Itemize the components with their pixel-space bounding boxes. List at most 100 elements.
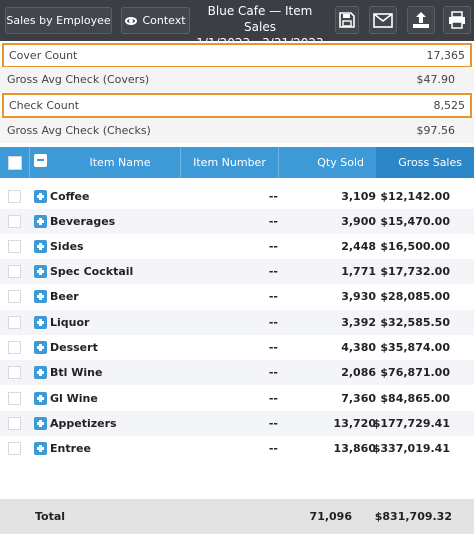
column-header-label: Qty Sold	[317, 156, 364, 169]
item-name: Beer	[50, 290, 79, 303]
table-row[interactable]: Coffee -- 3,109 $12,142.00	[0, 184, 474, 209]
item-name: Btl Wine	[50, 366, 103, 379]
gross-sales: $177,729.41	[372, 417, 450, 430]
table-row[interactable]: Beer -- 3,930 $28,085.00	[0, 284, 474, 309]
table-row[interactable]: Entree -- 13,860 $337,019.41	[0, 436, 474, 461]
summary-label: Gross Avg Check (Checks)	[7, 124, 151, 137]
expand-icon[interactable]	[34, 442, 47, 455]
expand-icon[interactable]	[34, 190, 47, 203]
report-title-line1: Blue Cafe — Item Sales	[207, 4, 313, 34]
print-button[interactable]	[443, 6, 471, 34]
row-checkbox[interactable]	[8, 442, 21, 455]
top-toolbar: Sales by Employee Context Blue Cafe — It…	[0, 0, 474, 50]
table-row[interactable]: Dessert -- 4,380 $35,874.00	[0, 335, 474, 360]
gross-sales: $16,500.00	[380, 240, 450, 253]
table-row[interactable]: Liquor -- 3,392 $32,585.50	[0, 310, 474, 335]
item-number: --	[268, 190, 278, 203]
gross-sales: $12,142.00	[380, 190, 450, 203]
item-name: Entree	[50, 442, 91, 455]
qty-sold: 3,109	[341, 190, 376, 203]
summary-cover-count: Cover Count 17,365	[2, 43, 472, 68]
expand-icon[interactable]	[34, 240, 47, 253]
table-row[interactable]: Spec Cocktail -- 1,771 $17,732.00	[0, 259, 474, 284]
qty-sold: 2,086	[341, 366, 376, 379]
item-name: Dessert	[50, 341, 98, 354]
expand-icon[interactable]	[34, 215, 47, 228]
row-checkbox[interactable]	[8, 190, 21, 203]
row-checkbox[interactable]	[8, 366, 21, 379]
collapse-all-icon[interactable]	[34, 154, 47, 167]
expand-icon[interactable]	[34, 341, 47, 354]
expand-icon[interactable]	[34, 417, 47, 430]
column-header-gross-sales[interactable]: Gross Sales	[376, 147, 474, 178]
column-header-label: Item Number	[193, 156, 266, 169]
row-checkbox[interactable]	[8, 316, 21, 329]
item-number: --	[268, 366, 278, 379]
qty-sold: 4,380	[341, 341, 376, 354]
gross-sales: $35,874.00	[380, 341, 450, 354]
context-label: Context	[142, 14, 186, 27]
email-button[interactable]	[369, 6, 397, 34]
row-checkbox[interactable]	[8, 215, 21, 228]
row-checkbox[interactable]	[8, 392, 21, 405]
item-number: --	[268, 442, 278, 455]
summary-gross-avg-checks: Gross Avg Check (Checks) $97.56	[0, 118, 474, 143]
total-qty: 71,096	[309, 510, 352, 523]
context-button[interactable]: Context	[121, 7, 190, 34]
summary-value: 17,365	[426, 49, 466, 62]
summary-check-count: Check Count 8,525	[2, 93, 472, 118]
qty-sold: 3,392	[341, 316, 376, 329]
total-label: Total	[35, 510, 66, 523]
table-row[interactable]: Sides -- 2,448 $16,500.00	[0, 234, 474, 259]
expand-icon[interactable]	[34, 392, 47, 405]
expand-icon[interactable]	[34, 366, 47, 379]
item-name: Liquor	[50, 316, 90, 329]
row-checkbox[interactable]	[8, 240, 21, 253]
qty-sold: 3,930	[341, 290, 376, 303]
sales-by-employee-button[interactable]: Sales by Employee	[5, 7, 112, 34]
upload-icon	[413, 12, 429, 28]
item-number: --	[268, 290, 278, 303]
export-button[interactable]	[407, 6, 435, 34]
row-checkbox[interactable]	[8, 290, 21, 303]
item-number: --	[268, 265, 278, 278]
column-header-item-name[interactable]: Item Name	[60, 147, 180, 178]
table-row[interactable]: Beverages -- 3,900 $15,470.00	[0, 209, 474, 234]
gross-sales: $337,019.41	[372, 442, 450, 455]
table-row[interactable]: Btl Wine -- 2,086 $76,871.00	[0, 360, 474, 385]
expand-icon[interactable]	[34, 265, 47, 278]
table-row[interactable]: Gl Wine -- 7,360 $84,865.00	[0, 386, 474, 411]
table-header: Item Name Item Number Qty Sold Gross Sal…	[0, 147, 474, 178]
eye-icon	[125, 16, 138, 25]
gross-sales: $76,871.00	[380, 366, 450, 379]
column-header-item-number[interactable]: Item Number	[181, 147, 278, 178]
item-number: --	[268, 392, 278, 405]
table-row[interactable]: Appetizers -- 13,720 $177,729.41	[0, 411, 474, 436]
item-number: --	[268, 341, 278, 354]
item-name: Sides	[50, 240, 84, 253]
column-header-label: Item Name	[89, 156, 151, 169]
column-header-qty-sold[interactable]: Qty Sold	[279, 147, 376, 178]
mail-icon	[373, 12, 393, 28]
row-checkbox[interactable]	[8, 265, 21, 278]
save-button[interactable]	[335, 6, 359, 34]
item-number: --	[268, 316, 278, 329]
row-checkbox[interactable]	[8, 417, 21, 430]
summary-label: Cover Count	[9, 49, 78, 62]
summary-value: $97.56	[416, 124, 456, 137]
item-number: --	[268, 215, 278, 228]
item-name: Coffee	[50, 190, 90, 203]
column-header-label: Gross Sales	[398, 156, 462, 169]
select-all-checkbox[interactable]	[8, 156, 22, 170]
save-icon	[339, 12, 355, 28]
qty-sold: 7,360	[341, 392, 376, 405]
expand-icon[interactable]	[34, 316, 47, 329]
qty-sold: 3,900	[341, 215, 376, 228]
summary-value: 8,525	[433, 99, 466, 112]
item-number: --	[268, 240, 278, 253]
row-checkbox[interactable]	[8, 341, 21, 354]
gross-sales: $28,085.00	[380, 290, 450, 303]
expand-icon[interactable]	[34, 290, 47, 303]
summary-label: Gross Avg Check (Covers)	[7, 73, 150, 86]
column-divider	[29, 147, 30, 178]
